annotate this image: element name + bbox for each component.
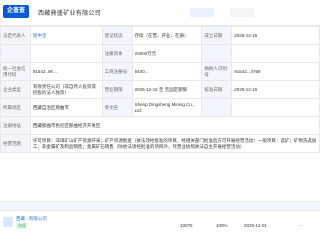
- found-date-value: 2025-12-15: [231, 26, 320, 45]
- scope-label: 经营范围: [0, 134, 31, 153]
- credit-code-value: 91542..0K...: [29, 62, 103, 81]
- company-type-label: 企业类型: [0, 80, 31, 99]
- shareholder-extra: -: [300, 223, 302, 228]
- business-info-table: 法定代表人 程中坚 登记状态 存续（在营、开业、在册） 成立日期 2025-12…: [0, 26, 320, 153]
- taxpayer-label: 纳税人识别号: [201, 62, 233, 81]
- header-tag: [230, 8, 254, 17]
- approval-date-label: 核准日期: [201, 80, 233, 99]
- approval-date-value: 2025-12-15: [231, 80, 320, 99]
- shareholder-section-header: [0, 201, 320, 210]
- header-tag: [190, 8, 214, 17]
- status-label: 登记状态: [101, 26, 133, 45]
- eng-name-label: 英文名: [101, 98, 133, 117]
- found-date-label: 成立日期: [201, 26, 233, 45]
- scope-text: 许可项目：非煤矿山矿产资源开采；矿产资源勘查（依法须经批准的项目，经相关部门批准…: [29, 134, 320, 153]
- shareholder-amount: 10075: [180, 223, 193, 228]
- company-icon: [3, 217, 13, 227]
- business-term-label: 营业期限: [101, 80, 133, 99]
- shareholder-percent: 100%: [216, 223, 228, 228]
- eng-name-value: Shenp Dingsheng Mining Co., Ltd.: [131, 98, 203, 117]
- status-badge: 存续: [16, 223, 28, 229]
- address-value: 西藏那曲市色尼区那曲经济开发区: [29, 116, 320, 135]
- reg-capital-value: 20000万元: [131, 44, 203, 63]
- shareholder-name[interactable]: 西藏...有限公司: [16, 216, 47, 222]
- company-type-value: 有限责任公司（非自然人投资或控股的法人独资）: [29, 80, 103, 99]
- shareholder-date: 2025-12-01: [244, 223, 268, 228]
- legal-rep-label: 法定代表人: [0, 26, 31, 45]
- company-header: 企查查 西藏鼎盛矿业有限公司: [0, 0, 320, 26]
- reg-no-value: 5400...: [131, 62, 203, 81]
- region-label: 所属地区: [0, 98, 31, 117]
- taxpayer-value: 91542...4768: [231, 62, 320, 81]
- credit-code-label: 统一社会信用代码: [0, 62, 31, 81]
- company-name[interactable]: 西藏鼎盛矿业有限公司: [38, 8, 101, 17]
- legal-rep-value[interactable]: 程中坚: [29, 26, 103, 45]
- reg-no-label: 工商注册号: [101, 62, 133, 81]
- status-value: 存续（在营、开业、在册）: [131, 26, 203, 45]
- app-logo: 企查查: [3, 5, 29, 18]
- business-term-value: 2025-12-15 至 无固定期限: [131, 80, 203, 99]
- reg-capital-label: 注册资本: [101, 44, 133, 63]
- shareholder-row[interactable]: 西藏...有限公司 存续 10075 100% 2025-12-01 -: [0, 210, 320, 240]
- address-label: 注册地址: [0, 116, 31, 135]
- region-value: 西藏自治区那曲市: [29, 98, 103, 117]
